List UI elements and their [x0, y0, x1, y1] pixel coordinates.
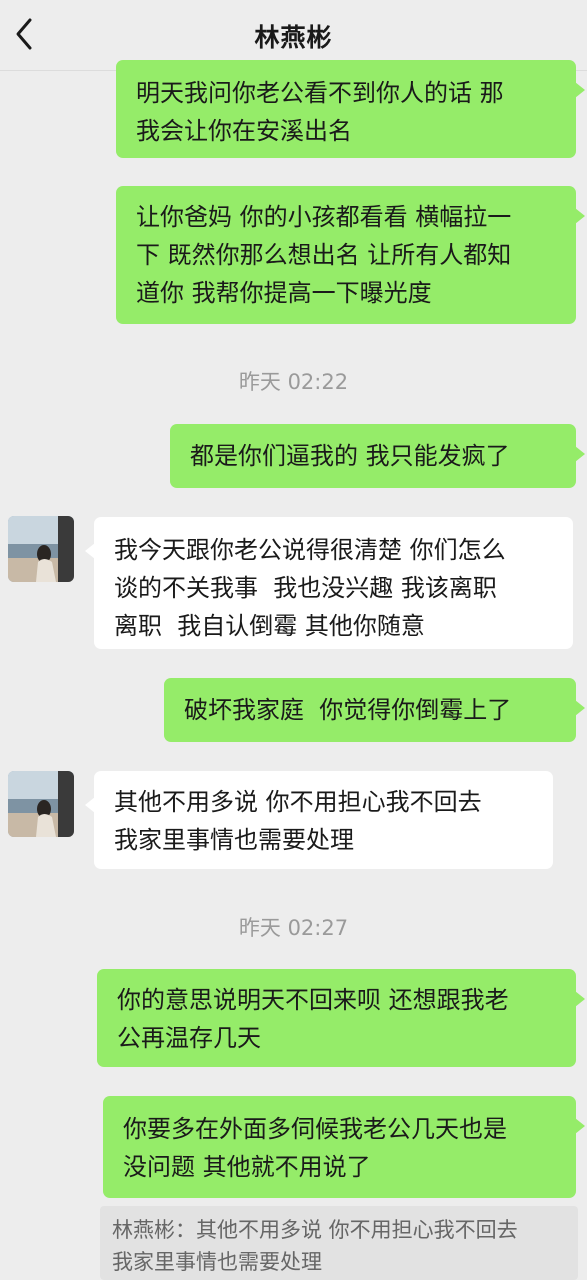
chat-title: 林燕彬 — [254, 23, 333, 52]
outgoing-message[interactable]: 让你爸妈 你的小孩都看看 横幅拉一 下 既然你那么想出名 让所有人都知 道你 我… — [116, 186, 585, 324]
timestamp: 昨天 02:27 — [238, 916, 349, 940]
quoted-message[interactable]: 林燕彬：其他不用多说 你不用担心我不回去 我家里事情也需要处理 — [100, 1206, 578, 1280]
outgoing-message[interactable]: 明天我问你老公看不到你人的话 那 我会让你在安溪出名 — [116, 60, 585, 158]
outgoing-message[interactable]: 你的意思说明天不回来呗 还想跟我老 公再温存几天 — [97, 969, 585, 1067]
avatar-photo-icon — [8, 516, 74, 582]
contact-avatar[interactable] — [8, 516, 74, 582]
timestamp: 昨天 02:22 — [238, 370, 349, 394]
avatar-photo-icon — [8, 771, 74, 837]
outgoing-message[interactable]: 你要多在外面多伺候我老公几天也是 没问题 其他就不用说了 — [103, 1096, 585, 1198]
contact-avatar[interactable] — [8, 771, 74, 837]
incoming-message[interactable]: 其他不用多说 你不用担心我不回去 我家里事情也需要处理 — [85, 771, 553, 869]
outgoing-message[interactable]: 都是你们逼我的 我只能发疯了 — [170, 424, 585, 488]
incoming-message[interactable]: 我今天跟你老公说得很清楚 你们怎么 谈的不关我事 我也没兴趣 我该离职 离职 我… — [85, 517, 573, 649]
outgoing-message[interactable]: 破坏我家庭 你觉得你倒霉上了 — [164, 678, 585, 742]
